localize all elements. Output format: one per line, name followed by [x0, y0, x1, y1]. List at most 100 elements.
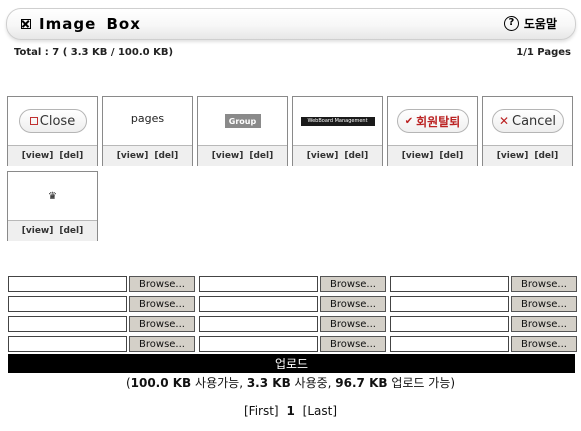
usage-summary: (100.0 KB 사용가능, 3.3 KB 사용중, 96.7 KB 업로드 …	[0, 374, 581, 391]
file-path-input[interactable]	[199, 296, 318, 312]
close-image-text: Close	[39, 113, 76, 129]
image-thumbnail[interactable]: WebBoard Management	[293, 97, 382, 146]
image-tile: pages [view] [del]	[102, 96, 193, 166]
image-thumbnail[interactable]: pages	[103, 97, 192, 146]
view-link[interactable]: [view]	[212, 151, 244, 161]
file-picker: Browse...	[390, 276, 577, 294]
last-page-link[interactable]: [Last]	[303, 404, 337, 418]
del-link[interactable]: [del]	[249, 151, 273, 161]
browse-button[interactable]: Browse...	[129, 296, 195, 312]
file-picker: Browse...	[390, 336, 577, 354]
pagination: [First] 1 [Last]	[0, 404, 581, 418]
file-picker: Browse...	[199, 276, 386, 294]
tile-actions: [view] [del]	[8, 146, 97, 166]
browse-button[interactable]: Browse...	[129, 276, 195, 292]
file-path-input[interactable]	[390, 336, 509, 352]
x-icon: ✕	[498, 114, 509, 128]
tile-actions: [view] [del]	[483, 146, 572, 166]
tile-actions: [view] [del]	[198, 146, 287, 166]
browse-button[interactable]: Browse...	[320, 276, 386, 292]
view-link[interactable]: [view]	[307, 151, 339, 161]
file-input-row: Browse... Browse... Browse...	[8, 336, 578, 354]
file-picker: Browse...	[8, 276, 195, 294]
usage-total-label: 사용가능,	[191, 376, 247, 390]
file-path-input[interactable]	[199, 336, 318, 352]
file-path-input[interactable]	[8, 316, 127, 332]
file-picker: Browse...	[199, 316, 386, 334]
file-path-input[interactable]	[390, 316, 509, 332]
file-picker: Browse...	[8, 316, 195, 334]
file-path-input[interactable]	[390, 276, 509, 292]
view-link[interactable]: [view]	[22, 151, 54, 161]
file-input-row: Browse... Browse... Browse...	[8, 296, 578, 314]
help-button[interactable]: ? 도움말	[503, 15, 557, 32]
image-thumbnail[interactable]: ✔ 회원탈퇴	[388, 97, 477, 146]
browse-button[interactable]: Browse...	[511, 316, 577, 332]
upload-button[interactable]: 업로드	[8, 354, 575, 373]
view-link[interactable]: [view]	[497, 151, 529, 161]
browse-button[interactable]: Browse...	[511, 296, 577, 312]
file-picker: Browse...	[199, 336, 386, 354]
usage-used: 3.3 KB	[246, 376, 291, 390]
view-link[interactable]: [view]	[22, 226, 54, 236]
tile-actions: [view] [del]	[293, 146, 382, 166]
help-label: 도움말	[523, 17, 557, 31]
file-input-row: Browse... Browse... Browse...	[8, 316, 578, 334]
image-thumbnail[interactable]: ✕ Cancel	[483, 97, 572, 146]
usage-free: 96.7 KB	[335, 376, 388, 390]
del-link[interactable]: [del]	[344, 151, 368, 161]
page-title: Image Box	[39, 15, 141, 33]
check-icon: ✔	[404, 115, 414, 127]
image-tile: ✔ 회원탈퇴 [view] [del]	[387, 96, 478, 166]
file-path-input[interactable]	[8, 276, 127, 292]
browse-button[interactable]: Browse...	[320, 336, 386, 352]
view-link[interactable]: [view]	[117, 151, 149, 161]
member-withdraw-text: 회원탈퇴	[416, 114, 461, 129]
member-withdraw-image: ✔ 회원탈퇴	[396, 109, 469, 133]
page-count: 1/1 Pages	[516, 47, 571, 58]
image-thumbnail[interactable]: ♛	[8, 172, 97, 221]
del-link[interactable]: [del]	[59, 226, 83, 236]
close-box-icon	[21, 19, 31, 29]
del-link[interactable]: [del]	[534, 151, 558, 161]
first-page-link[interactable]: [First]	[244, 404, 279, 418]
file-input-row: Browse... Browse... Browse...	[8, 276, 578, 294]
file-picker: Browse...	[8, 336, 195, 354]
current-page: 1	[286, 404, 295, 418]
file-path-input[interactable]	[390, 296, 509, 312]
crown-icon: ♛	[48, 190, 57, 202]
image-tile: ✕ Cancel [view] [del]	[482, 96, 573, 166]
total-summary: Total : 7 ( 3.3 KB / 100.0 KB)	[14, 47, 174, 58]
image-tile: ♛ [view] [del]	[7, 171, 98, 241]
del-link[interactable]: [del]	[59, 151, 83, 161]
browse-button[interactable]: Browse...	[129, 336, 195, 352]
file-path-input[interactable]	[8, 336, 127, 352]
image-tile: Group [view] [del]	[197, 96, 288, 166]
image-thumbnail[interactable]: Group	[198, 97, 287, 146]
cancel-image: ✕ Cancel	[491, 109, 564, 133]
tile-actions: [view] [del]	[103, 146, 192, 166]
close-image: Close	[18, 109, 87, 133]
browse-button[interactable]: Browse...	[320, 316, 386, 332]
file-path-input[interactable]	[8, 296, 127, 312]
square-icon	[29, 117, 38, 125]
browse-button[interactable]: Browse...	[511, 336, 577, 352]
del-link[interactable]: [del]	[439, 151, 463, 161]
webboard-image: WebBoard Management	[300, 116, 375, 126]
file-picker: Browse...	[390, 296, 577, 314]
usage-total: 100.0 KB	[130, 376, 192, 390]
image-tile: Close [view] [del]	[7, 96, 98, 166]
file-path-input[interactable]	[199, 316, 318, 332]
group-image: Group	[224, 114, 261, 128]
view-link[interactable]: [view]	[402, 151, 434, 161]
browse-button[interactable]: Browse...	[129, 316, 195, 332]
file-path-input[interactable]	[199, 276, 318, 292]
browse-button[interactable]: Browse...	[320, 296, 386, 312]
del-link[interactable]: [del]	[154, 151, 178, 161]
browse-button[interactable]: Browse...	[511, 276, 577, 292]
tile-actions: [view] [del]	[388, 146, 477, 166]
title-wrap: Image Box	[21, 15, 141, 33]
image-thumbnail[interactable]: Close	[8, 97, 97, 146]
cancel-image-text: Cancel	[512, 113, 557, 129]
file-picker: Browse...	[390, 316, 577, 334]
